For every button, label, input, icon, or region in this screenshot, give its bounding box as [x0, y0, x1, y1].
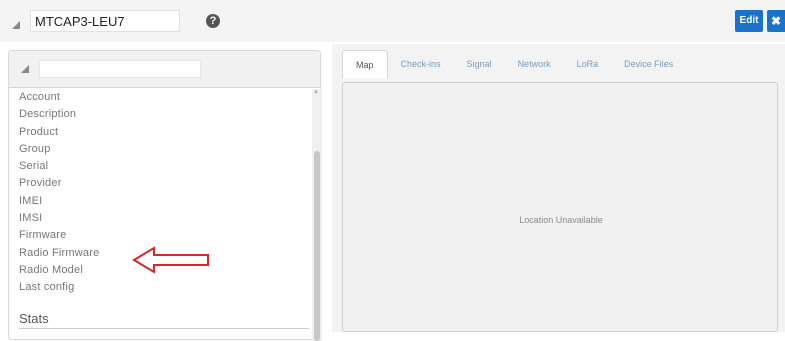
field-label-firmware: Firmware: [19, 229, 67, 242]
field-label-imsi: IMSI: [19, 212, 43, 225]
field-label-provider: Provider: [19, 177, 62, 190]
location-unavailable-message: Location Unavailable: [519, 215, 603, 225]
device-tabs-panel: Map Check-ins Signal Network LoRa Device…: [332, 44, 785, 332]
question-circle-icon[interactable]: ?: [206, 14, 220, 28]
red-left-arrow-icon: [132, 246, 209, 274]
tab-signal[interactable]: Signal: [454, 50, 505, 78]
stats-section-title: Stats: [19, 311, 49, 326]
device-details-panel: Account Description Product Group Serial…: [8, 50, 322, 341]
tab-lora[interactable]: LoRa: [564, 50, 612, 78]
device-name-field[interactable]: MTCAP3-LEU7: [30, 10, 180, 32]
tab-bar: Map Check-ins Signal Network LoRa Device…: [342, 50, 686, 78]
close-button[interactable]: ✖: [767, 10, 785, 32]
field-label-serial: Serial: [19, 160, 49, 173]
edit-button[interactable]: Edit: [735, 10, 763, 32]
map-area[interactable]: Location Unavailable: [342, 82, 778, 332]
collapse-triangle-icon[interactable]: [12, 21, 20, 29]
tab-map[interactable]: Map: [342, 50, 388, 78]
details-panel-header: [9, 51, 320, 88]
top-bar: MTCAP3-LEU7 ? Edit ✖: [0, 0, 785, 42]
field-label-radio-model: Radio Model: [19, 263, 83, 276]
field-label-group: Group: [19, 142, 51, 155]
device-field-list: Account Description Product Group Serial…: [19, 89, 99, 297]
field-label-imei: IMEI: [19, 194, 43, 207]
details-panel-title-field[interactable]: [39, 60, 201, 78]
field-label-account: Account: [19, 91, 61, 103]
tab-network[interactable]: Network: [505, 50, 564, 78]
tab-check-ins[interactable]: Check-ins: [388, 50, 454, 78]
divider: [19, 328, 309, 329]
scroll-up-arrow-icon[interactable]: ▲: [313, 89, 319, 95]
field-label-radio-firmware: Radio Firmware: [19, 246, 100, 259]
tab-device-files[interactable]: Device Files: [611, 50, 686, 78]
field-label-description: Description: [19, 108, 77, 121]
field-label-last-config: Last config: [19, 281, 75, 294]
collapse-triangle-icon[interactable]: [21, 65, 29, 73]
field-label-product: Product: [19, 125, 59, 138]
scrollbar-thumb[interactable]: [314, 151, 320, 341]
